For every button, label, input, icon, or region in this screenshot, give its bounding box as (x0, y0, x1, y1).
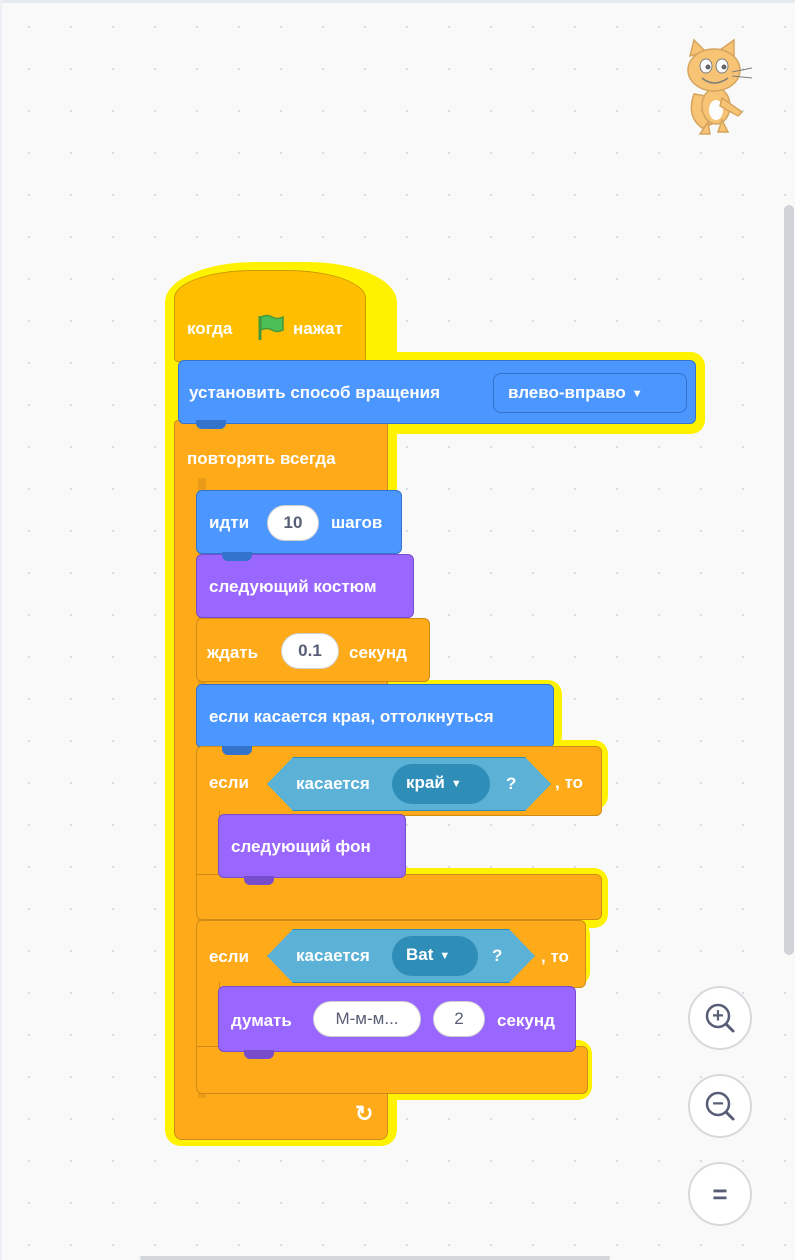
if2-then: , то (541, 947, 569, 966)
green-flag-icon (255, 313, 285, 346)
rotation-label: установить способ вращения (189, 383, 440, 402)
zoom-reset-icon: = (712, 1179, 728, 1209)
hat-label-when: когда (187, 319, 233, 338)
bounce-on-edge-block[interactable]: если касается края, оттолкнуться (196, 684, 554, 748)
block-notch (244, 876, 274, 885)
horizontal-scrollbar[interactable] (140, 1256, 610, 1260)
sprite-cat-icon (672, 36, 762, 136)
if2-sensor-label: касается (296, 946, 370, 965)
block-notch (196, 420, 226, 429)
block-notch (244, 1050, 274, 1059)
touching-edge-sensor[interactable]: касается край ▼ ? (267, 757, 551, 811)
zoom-in-symbol: + (712, 1005, 724, 1027)
if2-label: если (209, 947, 249, 966)
wait-seconds-input[interactable]: 0.1 (281, 633, 339, 669)
wait-block[interactable]: ждать 0.1 секунд (196, 618, 430, 682)
caret-down-icon: ▼ (439, 949, 451, 962)
forever-label: повторять всегда (187, 449, 336, 468)
vertical-scrollbar[interactable] (784, 205, 794, 955)
think-text-input[interactable]: М-м-м... (313, 1001, 421, 1037)
think-for-secs-block[interactable]: думать М-м-м... 2 секунд (218, 986, 576, 1052)
move-steps-input[interactable]: 10 (267, 505, 319, 541)
if1-label: если (209, 773, 249, 792)
hat-label-clicked: нажат (293, 319, 343, 338)
think-unit: секунд (497, 1011, 555, 1030)
think-label: думать (231, 1011, 292, 1030)
rotation-style-value: влево-вправо (508, 383, 626, 402)
move-steps-block[interactable]: идти 10 шагов (196, 490, 402, 554)
next-backdrop-label: следующий фон (231, 837, 371, 856)
zoom-out-button[interactable]: − (688, 1074, 752, 1138)
workspace-top-border (0, 0, 795, 3)
bat-value: Bat (406, 945, 434, 964)
when-flag-clicked-block[interactable]: когда нажат (174, 270, 366, 362)
if-block-2-arm (196, 982, 220, 1052)
loop-arrow-icon: ↻ (355, 1101, 374, 1126)
zoom-reset-button[interactable]: = (688, 1162, 752, 1226)
wait-unit: секунд (349, 643, 407, 662)
if1-question: ? (506, 774, 517, 793)
edge-value: край (406, 773, 445, 792)
move-label: идти (209, 513, 250, 532)
if-block-2[interactable]: если касается Bat ▼ ? , то (196, 920, 586, 988)
think-seconds-input[interactable]: 2 (433, 1001, 485, 1037)
move-unit: шагов (331, 513, 383, 532)
if2-question: ? (492, 946, 503, 965)
next-backdrop-block[interactable]: следующий фон (218, 814, 406, 878)
if1-then: , то (555, 773, 583, 792)
touching-bat-sensor[interactable]: касается Bat ▼ ? (267, 929, 535, 983)
caret-down-icon: ▼ (450, 777, 462, 790)
if-block-1[interactable]: если касается край ▼ ? , то (196, 746, 602, 816)
next-costume-label: следующий костюм (209, 577, 377, 596)
set-rotation-style-block[interactable]: установить способ вращения влево-вправо ▼ (178, 360, 696, 424)
workspace-left-border (0, 0, 2, 1260)
bat-dropdown[interactable]: Bat ▼ (392, 936, 478, 976)
if1-sensor-label: касается (296, 774, 370, 793)
rotation-style-dropdown[interactable]: влево-вправо ▼ (493, 373, 687, 413)
wait-label: ждать (207, 643, 259, 662)
block-notch (222, 552, 252, 561)
bounce-label: если касается края, оттолкнуться (209, 707, 494, 726)
if-block-1-arm (196, 810, 220, 880)
block-notch (222, 746, 252, 755)
caret-down-icon: ▼ (631, 387, 643, 400)
next-costume-block[interactable]: следующий костюм (196, 554, 414, 618)
edge-dropdown[interactable]: край ▼ (392, 764, 490, 804)
zoom-in-button[interactable]: + (688, 986, 752, 1050)
zoom-out-symbol: − (712, 1093, 724, 1115)
